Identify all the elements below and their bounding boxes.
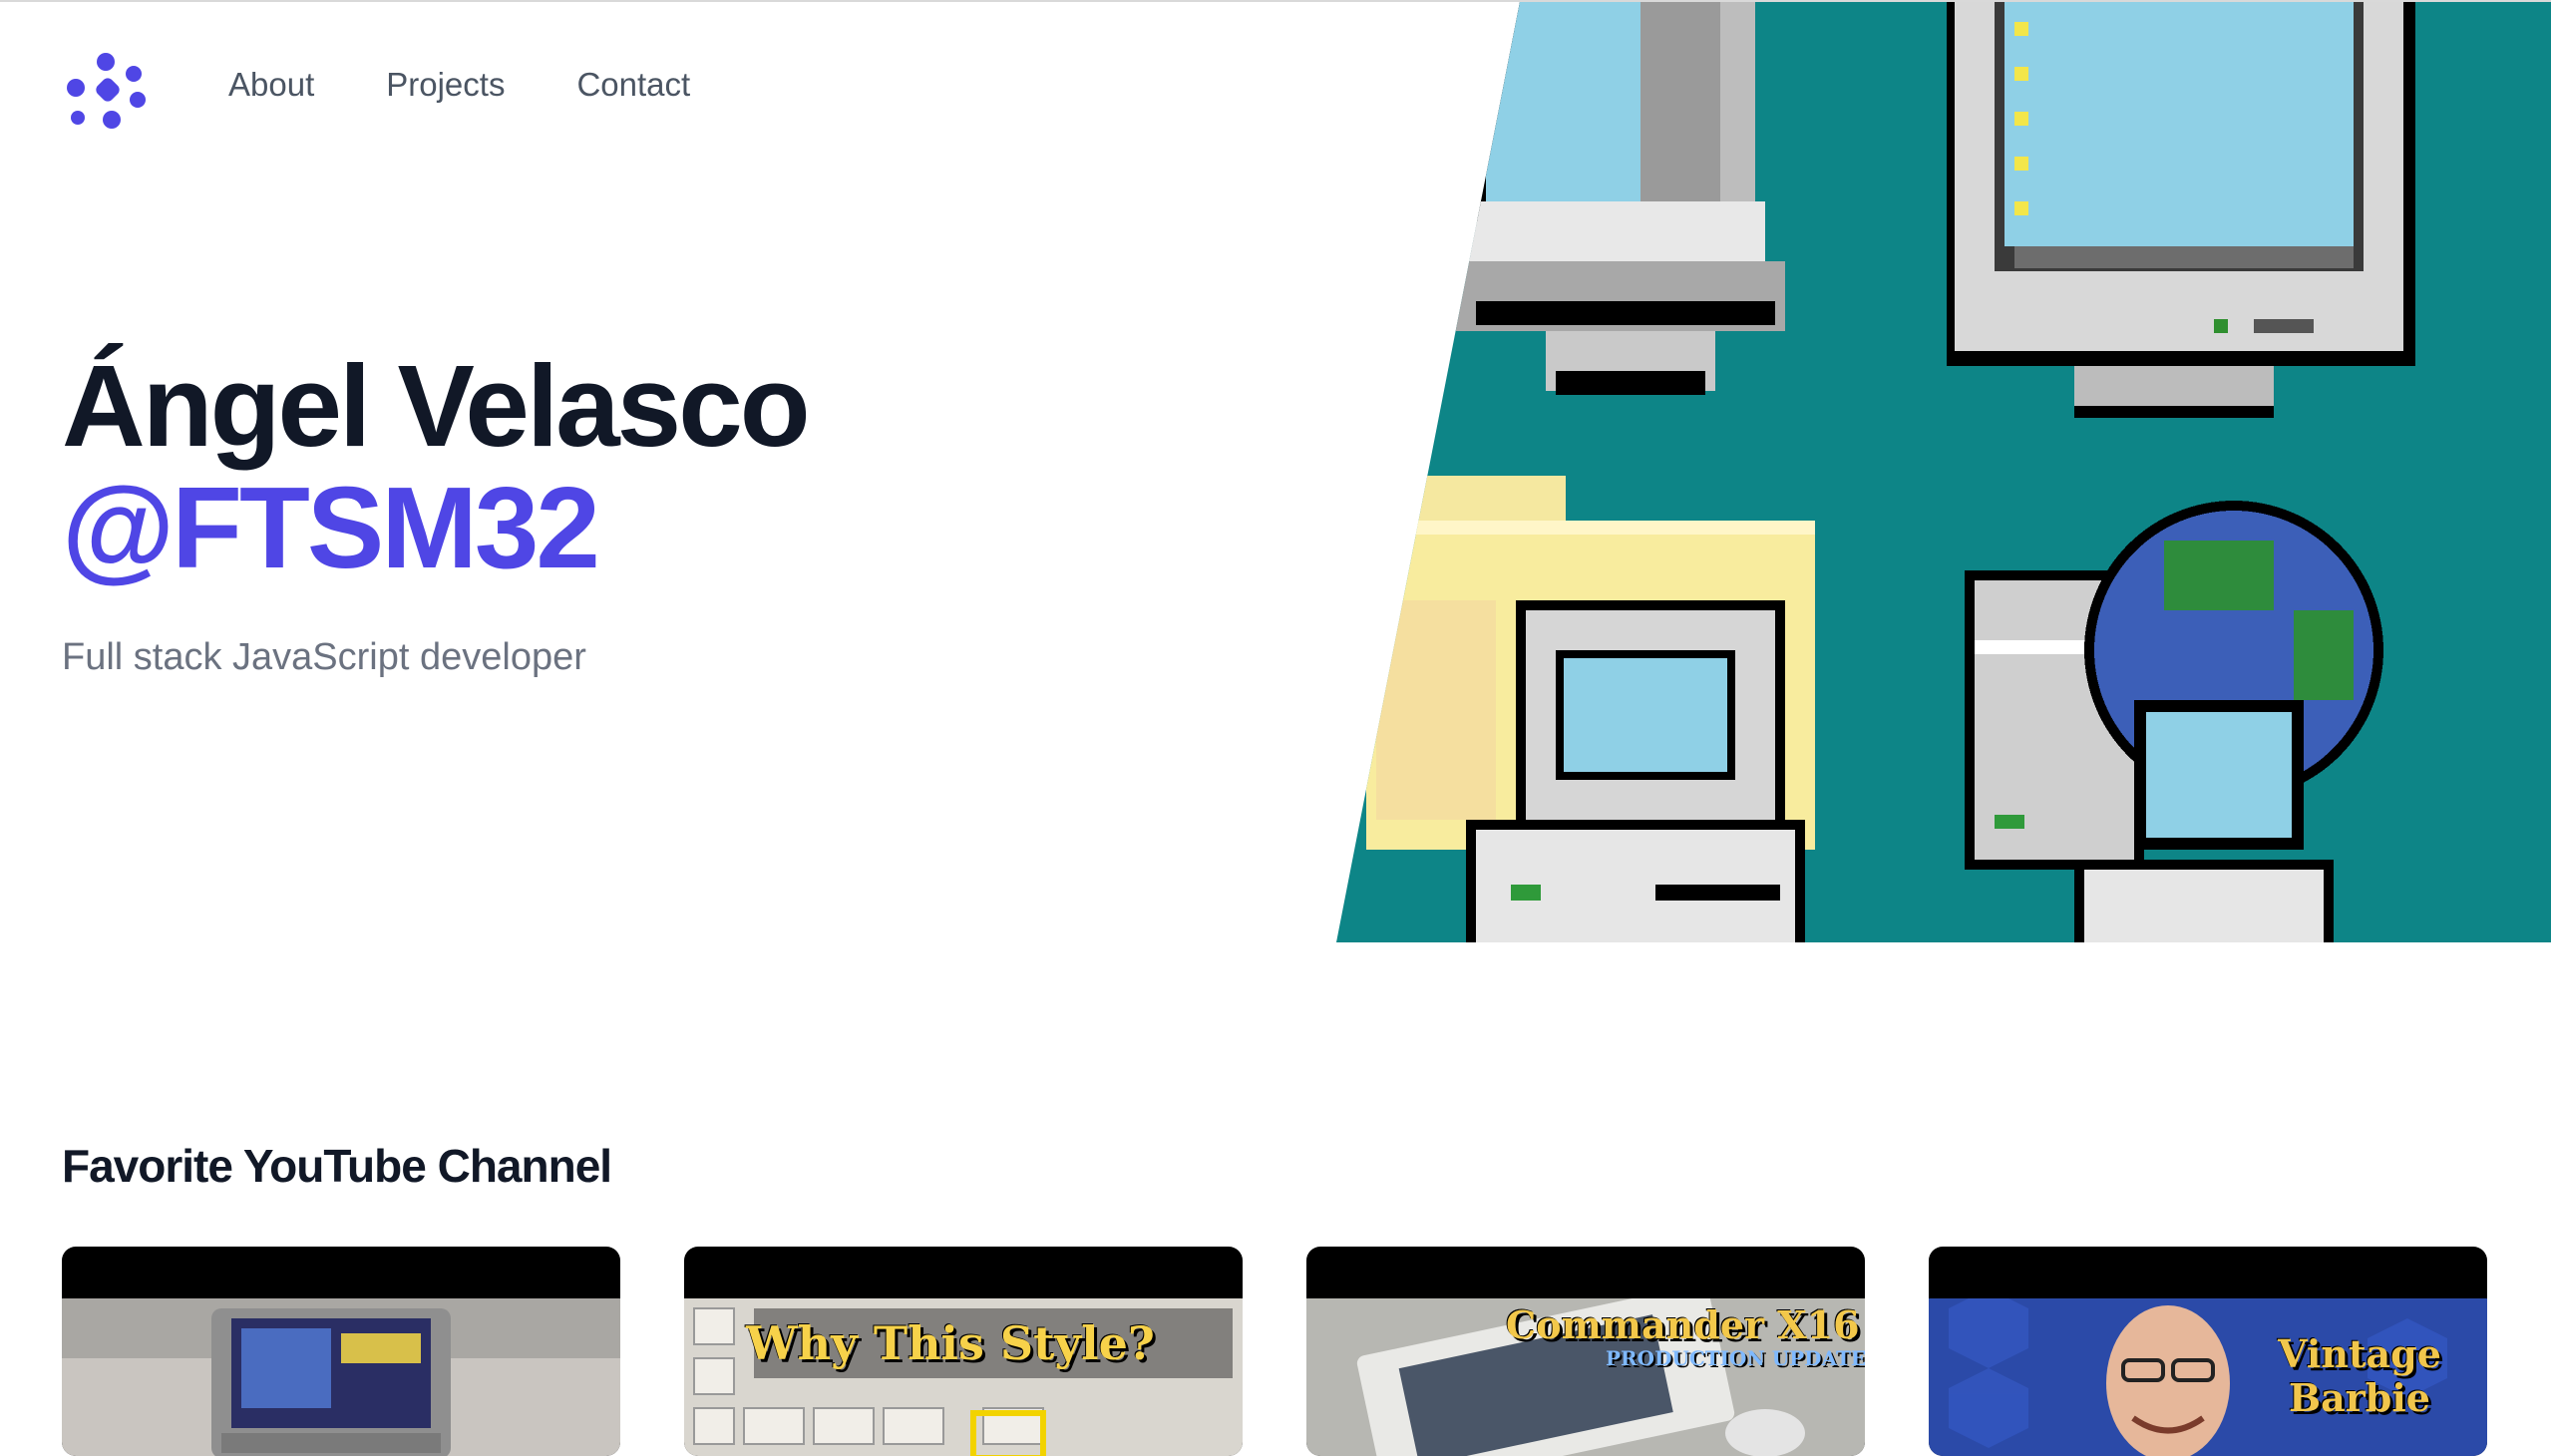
desktop-monitor-icon [1947,2,2415,418]
main-nav: About Projects Contact [228,66,690,104]
nav-projects-link[interactable]: Projects [386,66,505,104]
video-card[interactable]: Commander X16 PRODUCTION UPDATE [1306,1247,1865,1456]
video-card-list: Why This Style? Commander X16 PRODUCTION… [62,1247,2487,1456]
network-globe-icon [1965,501,2383,942]
video-card[interactable]: Vintage Barbie [1929,1247,2487,1456]
video-card[interactable] [62,1247,620,1456]
hero-handle[interactable]: @FTSM32 [62,469,600,586]
retro-pixel-computer-icons-illustration [1336,2,2551,942]
hero-name: Ángel Velasco [62,341,811,471]
nav-about-link[interactable]: About [228,66,314,104]
nav-contact-link[interactable]: Contact [576,66,690,104]
old-monitor-icon [1446,2,1785,395]
video-card[interactable]: Why This Style? [684,1247,1243,1456]
top-border [0,0,2551,2]
thumbnail-title: Why This Style? [746,1316,1155,1370]
thumbnail-title: Vintage Barbie [2278,1331,2441,1420]
dots-asterisk-logo-icon[interactable] [62,52,152,132]
hero-subtitle: Full stack JavaScript developer [62,636,586,678]
section-title: Favorite YouTube Channel [62,1140,612,1192]
snes-cartridge-photo [62,1298,620,1456]
thumbnail-subtitle: PRODUCTION UPDATE [1606,1346,1865,1370]
thumbnail-title: Commander X16 [1506,1302,1860,1347]
folder-computer-icon [1366,476,1815,942]
